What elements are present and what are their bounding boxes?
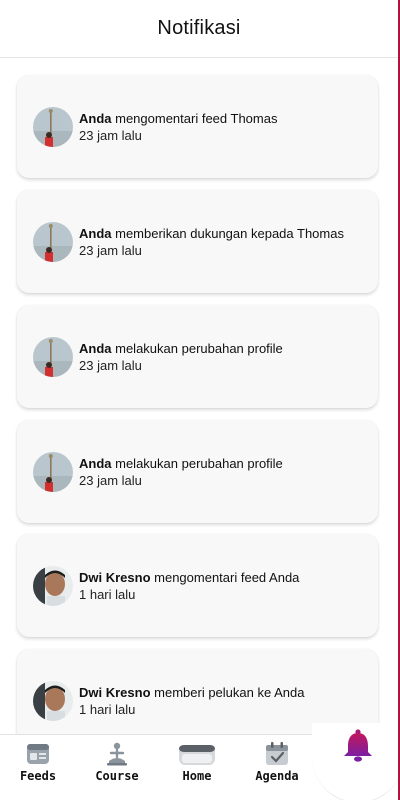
notification-message: melakukan perubahan profile bbox=[115, 455, 283, 471]
course-icon bbox=[107, 742, 127, 766]
avatar bbox=[33, 221, 73, 262]
bottom-navigation: Feeds Course Home Agenda bbox=[0, 723, 400, 800]
notification-card[interactable]: Dwi Kresno memberi pelukan ke Anda 1 har… bbox=[17, 649, 378, 734]
nav-label: Agenda bbox=[255, 769, 299, 783]
notification-message: mengomentari feed Thomas bbox=[115, 110, 278, 126]
notification-message: mengomentari feed Anda bbox=[154, 569, 300, 585]
bell-icon bbox=[344, 729, 372, 762]
notification-actor: Anda bbox=[79, 340, 112, 356]
notification-time: 23 jam lalu bbox=[79, 127, 142, 143]
avatar bbox=[33, 336, 73, 377]
notification-time: 23 jam lalu bbox=[79, 242, 142, 258]
notification-actor: Dwi Kresno bbox=[79, 569, 151, 585]
avatar bbox=[33, 565, 73, 606]
notification-time: 1 hari lalu bbox=[79, 586, 136, 602]
notification-time: 1 hari lalu bbox=[79, 701, 136, 717]
notification-actor: Anda bbox=[79, 455, 112, 471]
feeds-icon bbox=[27, 744, 49, 764]
notification-actor: Dwi Kresno bbox=[79, 684, 151, 700]
agenda-icon bbox=[266, 742, 288, 765]
notification-actor: Anda bbox=[79, 110, 112, 126]
notification-card[interactable]: Anda melakukan perubahan profile 23 jam … bbox=[17, 420, 378, 523]
page-title: Notifikasi bbox=[157, 17, 241, 39]
nav-item-course[interactable]: Course bbox=[82, 741, 152, 783]
notification-actor: Anda bbox=[79, 225, 112, 241]
avatar bbox=[33, 451, 73, 492]
notification-list[interactable]: Anda mengomentari feed Thomas 23 jam lal… bbox=[0, 58, 398, 734]
notification-time: 23 jam lalu bbox=[79, 357, 142, 373]
nav-label: Course bbox=[95, 769, 139, 783]
notification-card[interactable]: Dwi Kresno mengomentari feed Anda 1 hari… bbox=[17, 534, 378, 637]
nav-item-feeds[interactable]: Feeds bbox=[3, 741, 73, 783]
nav-item-notifikasi-active[interactable] bbox=[340, 728, 376, 764]
app-header: Notifikasi bbox=[0, 0, 398, 58]
nav-item-home[interactable]: Home bbox=[162, 741, 232, 783]
nav-label: Home bbox=[182, 769, 212, 783]
avatar bbox=[33, 106, 73, 147]
notification-message: memberi pelukan ke Anda bbox=[154, 684, 305, 700]
notification-card[interactable]: Anda memberikan dukungan kepada Thomas 2… bbox=[17, 190, 378, 293]
nav-item-agenda[interactable]: Agenda bbox=[242, 741, 312, 783]
notification-time: 23 jam lalu bbox=[79, 472, 142, 488]
notification-message: melakukan perubahan profile bbox=[115, 340, 283, 356]
avatar bbox=[33, 680, 73, 721]
notification-card[interactable]: Anda mengomentari feed Thomas 23 jam lal… bbox=[17, 75, 378, 178]
notification-card[interactable]: Anda melakukan perubahan profile 23 jam … bbox=[17, 305, 378, 408]
nav-label: Feeds bbox=[19, 769, 57, 783]
home-icon bbox=[179, 745, 215, 765]
notification-message: memberikan dukungan kepada Thomas bbox=[115, 225, 344, 241]
